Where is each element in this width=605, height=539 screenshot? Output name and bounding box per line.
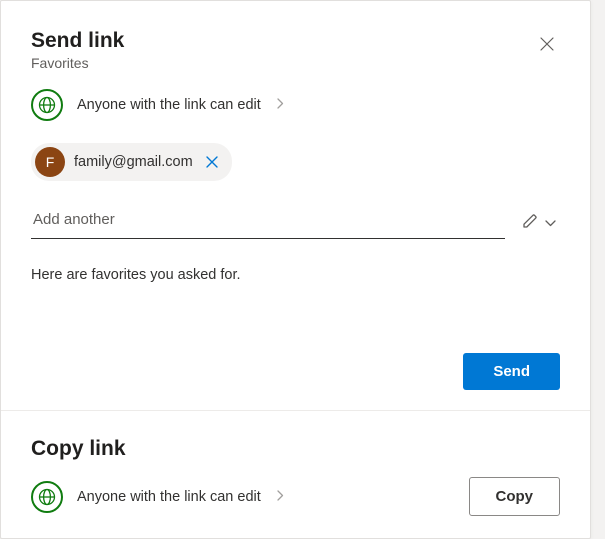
- copy-link-row: Anyone with the link can edit Copy: [31, 477, 560, 516]
- send-button[interactable]: Send: [463, 353, 560, 390]
- globe-icon: [31, 89, 63, 121]
- dialog-title: Send link: [31, 29, 124, 53]
- send-link-section: Send link Favorites Anyone with the link…: [1, 1, 590, 410]
- avatar: F: [35, 147, 65, 177]
- add-recipient-input[interactable]: [31, 205, 505, 239]
- title-block: Send link Favorites: [31, 29, 124, 71]
- copy-link-section: Copy link Anyone with the link can edit …: [1, 411, 590, 536]
- chevron-down-icon: [545, 215, 556, 230]
- chevron-right-icon: [277, 96, 284, 114]
- link-scope-label: Anyone with the link can edit: [77, 97, 261, 113]
- globe-icon: [31, 481, 63, 513]
- copy-scope-label: Anyone with the link can edit: [77, 489, 261, 505]
- remove-recipient-button[interactable]: [202, 152, 222, 172]
- permission-selector[interactable]: [517, 208, 560, 237]
- recipient-email: family@gmail.com: [74, 154, 193, 170]
- send-link-dialog: Send link Favorites Anyone with the link…: [0, 0, 591, 539]
- chevron-right-icon: [277, 488, 284, 506]
- close-icon: [540, 37, 554, 51]
- dialog-subtitle: Favorites: [31, 55, 124, 71]
- pencil-icon: [521, 212, 539, 233]
- close-button[interactable]: [534, 31, 560, 57]
- recipients-list: F family@gmail.com: [31, 143, 560, 181]
- recipient-pill: F family@gmail.com: [31, 143, 232, 181]
- copy-button[interactable]: Copy: [469, 477, 561, 516]
- send-row: Send: [31, 353, 560, 390]
- close-icon: [206, 156, 218, 168]
- link-scope-selector[interactable]: Anyone with the link can edit: [31, 89, 560, 121]
- add-recipient-row: [31, 205, 560, 239]
- copy-link-title: Copy link: [31, 437, 560, 461]
- copy-scope-selector[interactable]: Anyone with the link can edit: [31, 481, 284, 513]
- dialog-header: Send link Favorites: [31, 29, 560, 71]
- message-text: Here are favorites you asked for.: [31, 267, 560, 283]
